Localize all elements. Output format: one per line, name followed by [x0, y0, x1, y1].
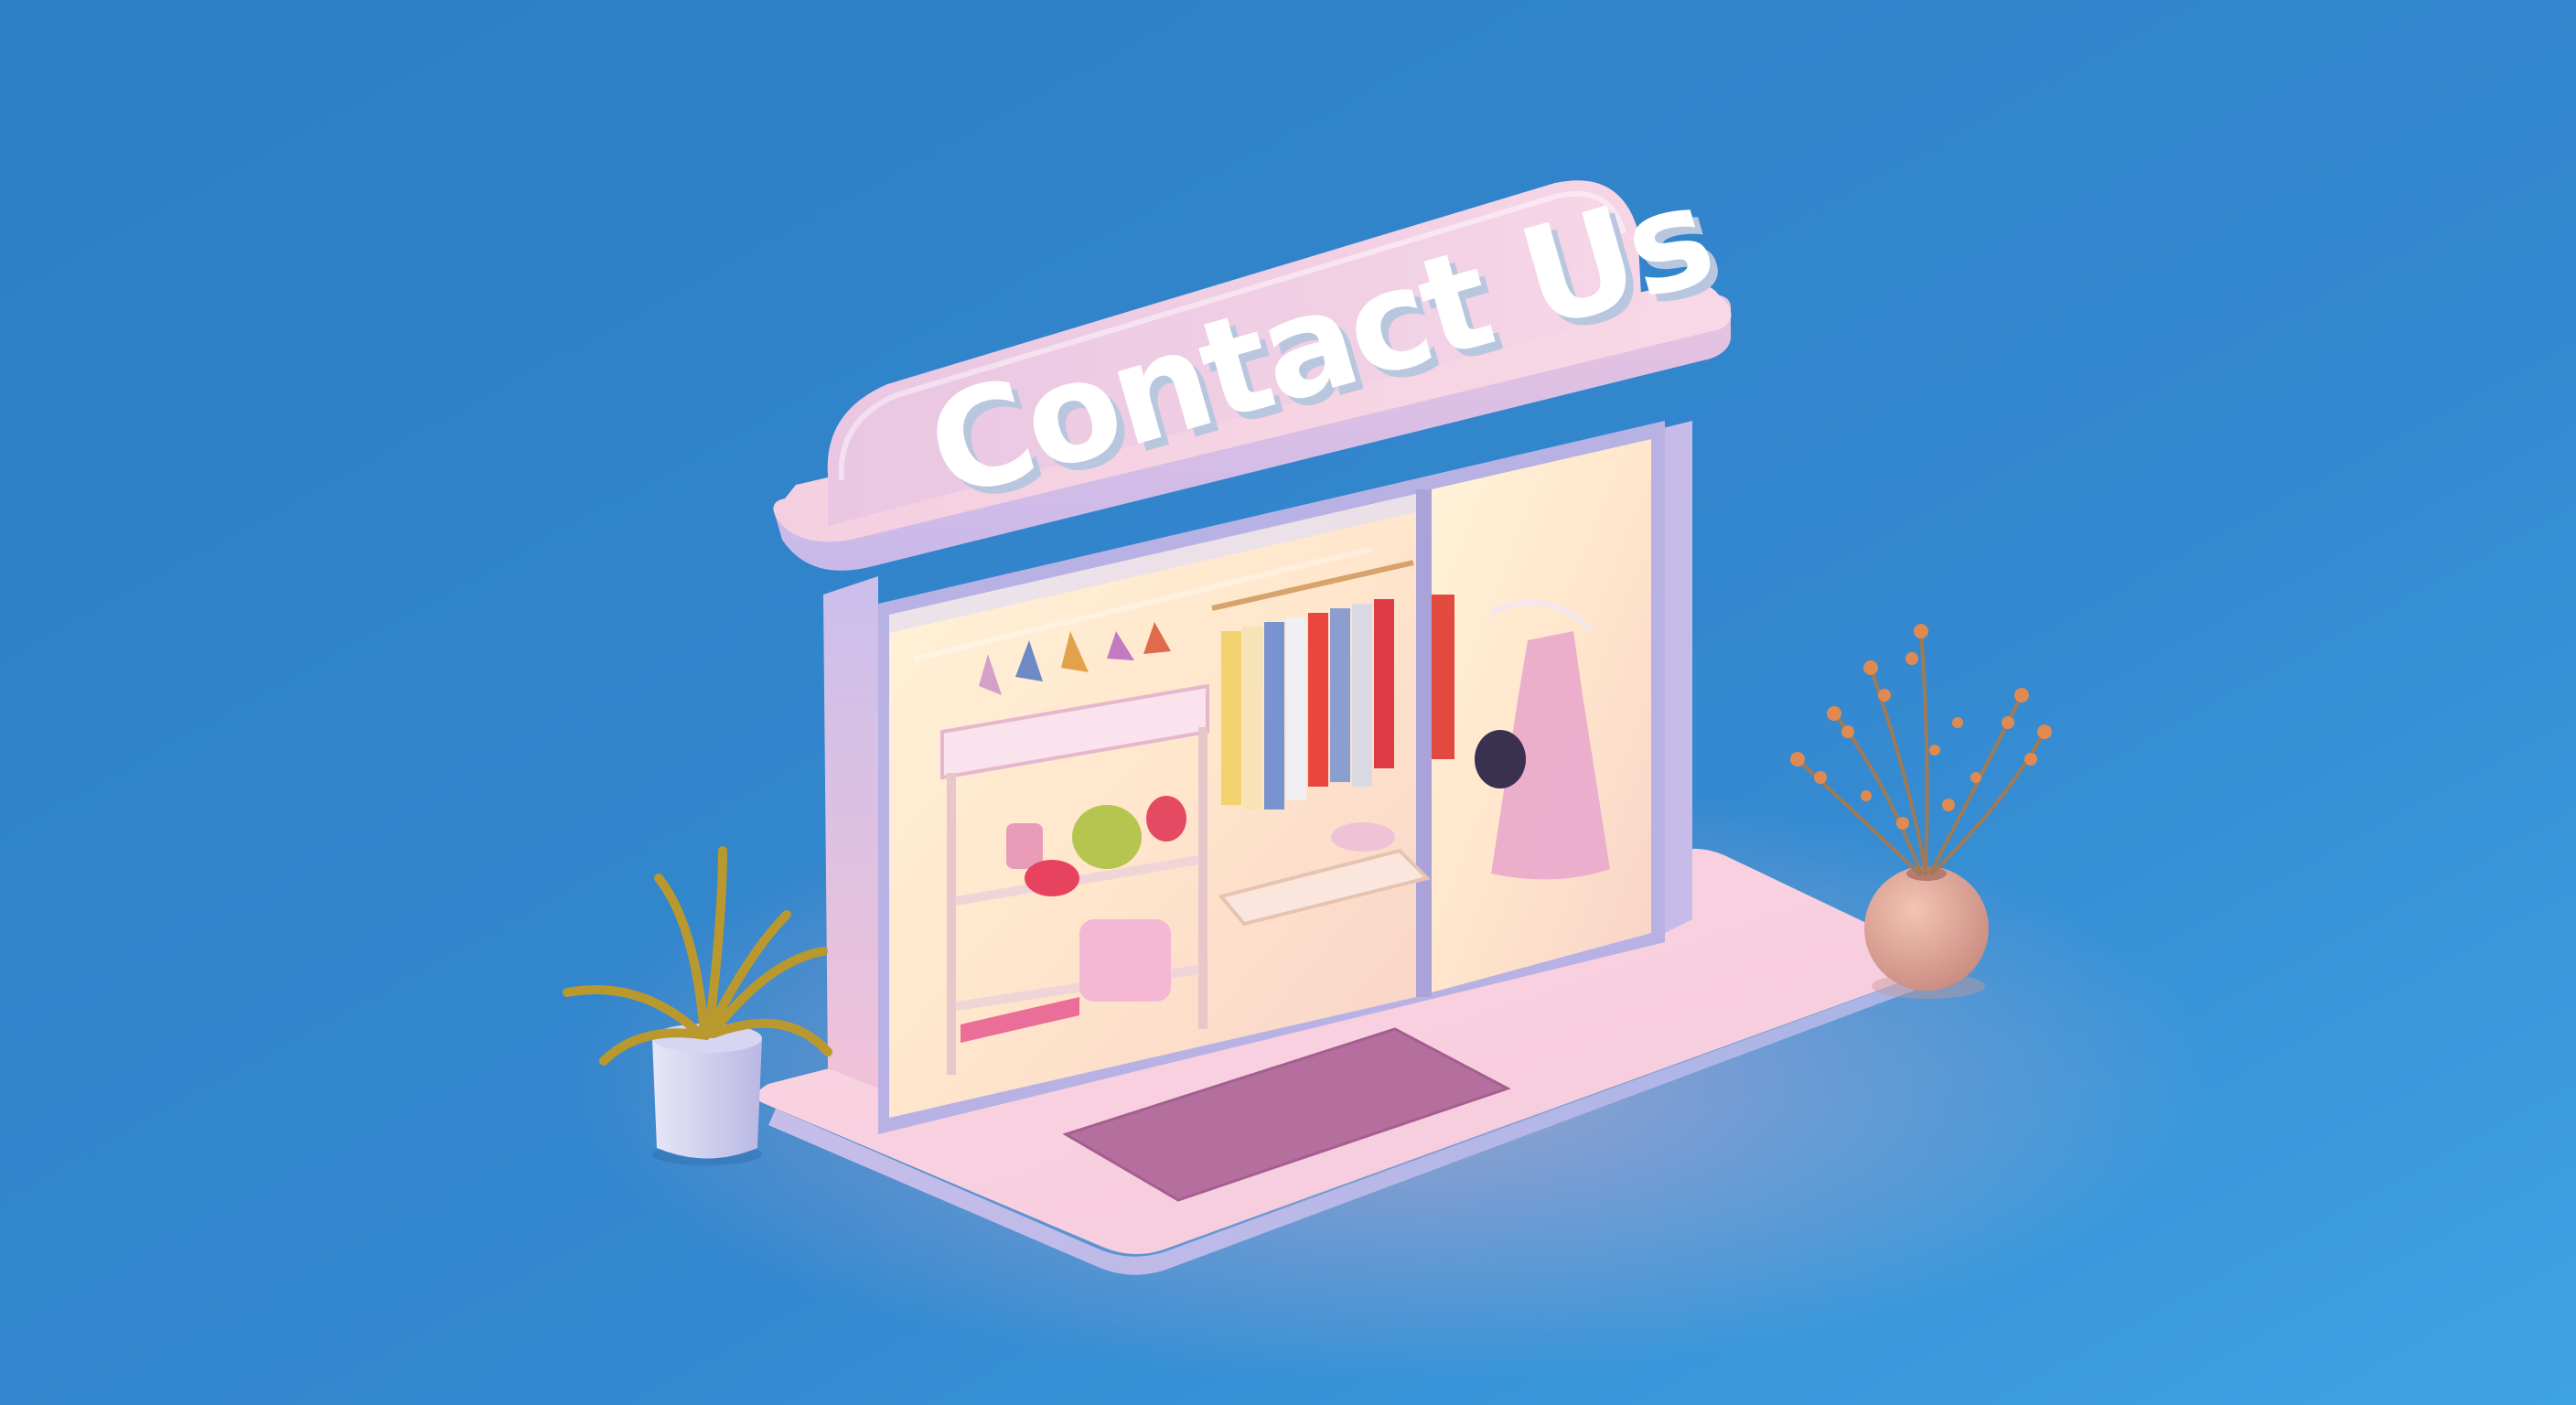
store-left-wall — [823, 576, 878, 1089]
contact-us-storefront-illustration: Contact Us Contact Us — [0, 0, 2576, 1405]
